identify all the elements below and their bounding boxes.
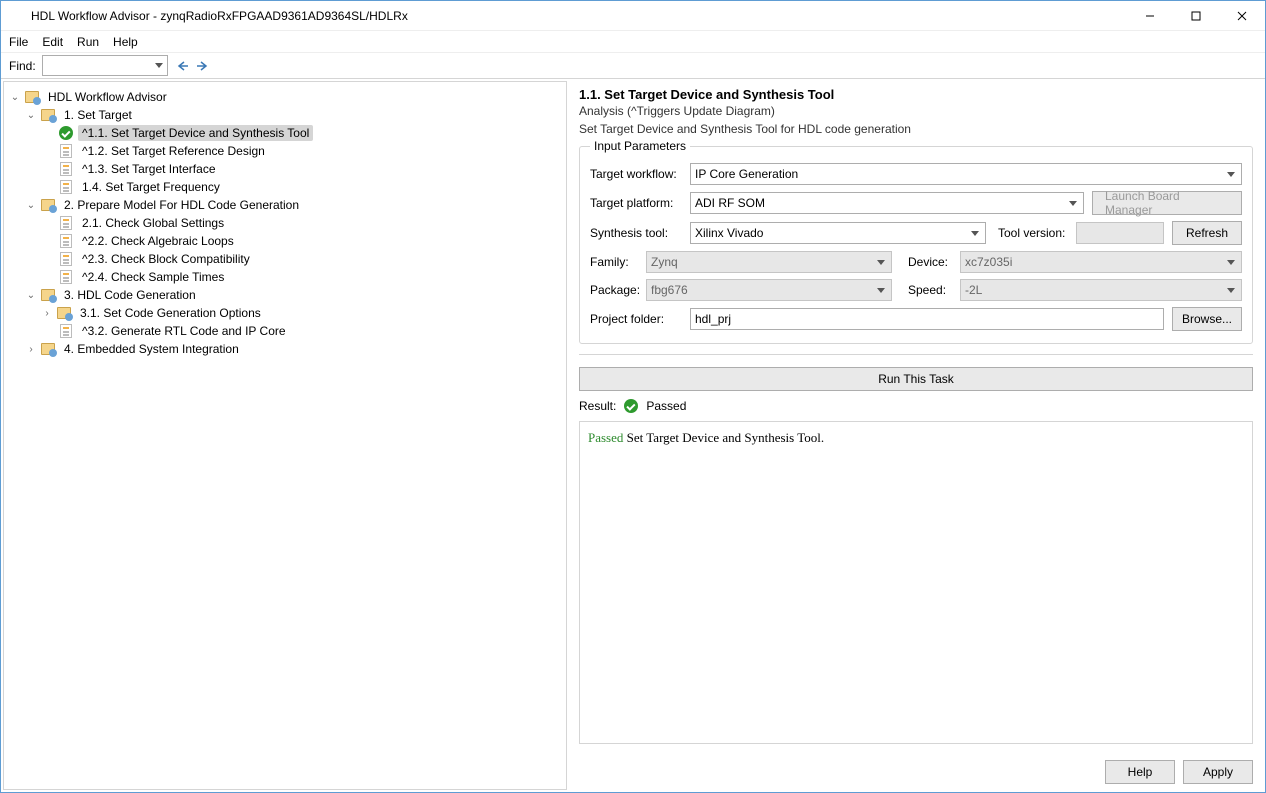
speed-label: Speed: <box>908 283 952 297</box>
main-body: ⌄ HDL Workflow Advisor ⌄ 1. Set Target ^1.… <box>1 79 1265 792</box>
document-icon <box>58 269 74 285</box>
footer: Help Apply <box>569 754 1263 790</box>
tree-2-3[interactable]: ^2.3. Check Block Compatibility <box>78 251 254 267</box>
find-prev-button[interactable] <box>174 57 192 75</box>
browse-button[interactable]: Browse... <box>1172 307 1242 331</box>
folder-icon <box>56 305 72 321</box>
output-box: Passed Set Target Device and Synthesis T… <box>579 421 1253 744</box>
tree-3-2[interactable]: ^3.2. Generate RTL Code and IP Core <box>78 323 290 339</box>
chevron-down-icon[interactable]: ⌄ <box>24 290 38 301</box>
device-label: Device: <box>908 255 952 269</box>
folder-icon <box>40 341 56 357</box>
help-button[interactable]: Help <box>1105 760 1175 784</box>
output-passed: Passed <box>588 430 623 445</box>
folder-icon <box>40 197 56 213</box>
document-icon <box>58 215 74 231</box>
divider <box>579 354 1253 355</box>
package-select: fbg676 <box>646 279 892 301</box>
menu-run[interactable]: Run <box>77 35 99 49</box>
window-controls <box>1127 1 1265 31</box>
apply-button[interactable]: Apply <box>1183 760 1253 784</box>
pass-icon <box>58 125 74 141</box>
chevron-right-icon[interactable]: › <box>24 344 38 355</box>
window-title: HDL Workflow Advisor - zynqRadioRxFPGAAD… <box>31 9 408 23</box>
launch-board-manager-button[interactable]: Launch Board Manager <box>1092 191 1242 215</box>
tree-2-2[interactable]: ^2.2. Check Algebraic Loops <box>78 233 238 249</box>
speed-select: -2L <box>960 279 1242 301</box>
menubar: File Edit Run Help <box>1 31 1265 53</box>
tree-pane[interactable]: ⌄ HDL Workflow Advisor ⌄ 1. Set Target ^1.… <box>3 81 567 790</box>
tree-1-1[interactable]: ^1.1. Set Target Device and Synthesis To… <box>78 125 313 141</box>
folder-icon <box>40 107 56 123</box>
app-window: HDL Workflow Advisor - zynqRadioRxFPGAAD… <box>0 0 1266 793</box>
workflow-label: Target workflow: <box>590 167 682 181</box>
panel-title: 1.1. Set Target Device and Synthesis Too… <box>569 81 1263 104</box>
package-label: Package: <box>590 283 638 297</box>
find-label: Find: <box>9 59 36 73</box>
refresh-button[interactable]: Refresh <box>1172 221 1242 245</box>
chevron-right-icon[interactable]: › <box>40 308 54 319</box>
app-icon <box>9 8 25 24</box>
menu-file[interactable]: File <box>9 35 28 49</box>
projfolder-input[interactable]: hdl_prj <box>690 308 1164 330</box>
syntool-select[interactable]: Xilinx Vivado <box>690 222 986 244</box>
chevron-down-icon[interactable]: ⌄ <box>8 92 22 103</box>
workflow-select[interactable]: IP Core Generation <box>690 163 1242 185</box>
folder-icon <box>40 287 56 303</box>
document-icon <box>58 179 74 195</box>
tree-3[interactable]: 3. HDL Code Generation <box>60 287 200 303</box>
input-parameters-group: Input Parameters Target workflow: IP Cor… <box>579 146 1253 344</box>
find-next-button[interactable] <box>193 57 211 75</box>
tree: ⌄ HDL Workflow Advisor ⌄ 1. Set Target ^1.… <box>4 82 566 364</box>
menu-edit[interactable]: Edit <box>42 35 63 49</box>
tree-1[interactable]: 1. Set Target <box>60 107 136 123</box>
tree-4[interactable]: 4. Embedded System Integration <box>60 341 243 357</box>
device-select: xc7z035i <box>960 251 1242 273</box>
tree-2-4[interactable]: ^2.4. Check Sample Times <box>78 269 228 285</box>
close-button[interactable] <box>1219 1 1265 31</box>
findbar: Find: <box>1 53 1265 79</box>
tree-1-4[interactable]: 1.4. Set Target Frequency <box>78 179 224 195</box>
result-status: Passed <box>646 399 686 413</box>
tree-2[interactable]: 2. Prepare Model For HDL Code Generation <box>60 197 303 213</box>
group-legend: Input Parameters <box>590 139 690 153</box>
panel-desc: Set Target Device and Synthesis Tool for… <box>569 122 1263 140</box>
find-combo[interactable] <box>42 55 168 76</box>
toolversion-label: Tool version: <box>998 226 1068 240</box>
platform-label: Target platform: <box>590 196 682 210</box>
document-icon <box>58 323 74 339</box>
menu-help[interactable]: Help <box>113 35 138 49</box>
minimize-button[interactable] <box>1127 1 1173 31</box>
tree-1-2[interactable]: ^1.2. Set Target Reference Design <box>78 143 269 159</box>
folder-icon <box>24 89 40 105</box>
run-task-button[interactable]: Run This Task <box>579 367 1253 391</box>
result-label: Result: <box>579 399 616 413</box>
tree-3-1[interactable]: 3.1. Set Code Generation Options <box>76 305 265 321</box>
document-icon <box>58 251 74 267</box>
titlebar: HDL Workflow Advisor - zynqRadioRxFPGAAD… <box>1 1 1265 31</box>
document-icon <box>58 233 74 249</box>
pass-icon <box>624 399 638 413</box>
output-text: Set Target Device and Synthesis Tool. <box>623 430 824 445</box>
maximize-button[interactable] <box>1173 1 1219 31</box>
projfolder-label: Project folder: <box>590 312 682 326</box>
chevron-down-icon[interactable]: ⌄ <box>24 110 38 121</box>
tree-root[interactable]: HDL Workflow Advisor <box>44 89 171 105</box>
chevron-down-icon[interactable]: ⌄ <box>24 200 38 211</box>
document-icon <box>58 143 74 159</box>
syntool-label: Synthesis tool: <box>590 226 682 240</box>
family-select: Zynq <box>646 251 892 273</box>
toolversion-input <box>1076 222 1164 244</box>
tree-2-1[interactable]: 2.1. Check Global Settings <box>78 215 228 231</box>
platform-select[interactable]: ADI RF SOM <box>690 192 1084 214</box>
detail-pane: 1.1. Set Target Device and Synthesis Too… <box>569 81 1263 790</box>
panel-analysis: Analysis (^Triggers Update Diagram) <box>569 104 1263 122</box>
document-icon <box>58 161 74 177</box>
tree-1-3[interactable]: ^1.3. Set Target Interface <box>78 161 220 177</box>
family-label: Family: <box>590 255 638 269</box>
